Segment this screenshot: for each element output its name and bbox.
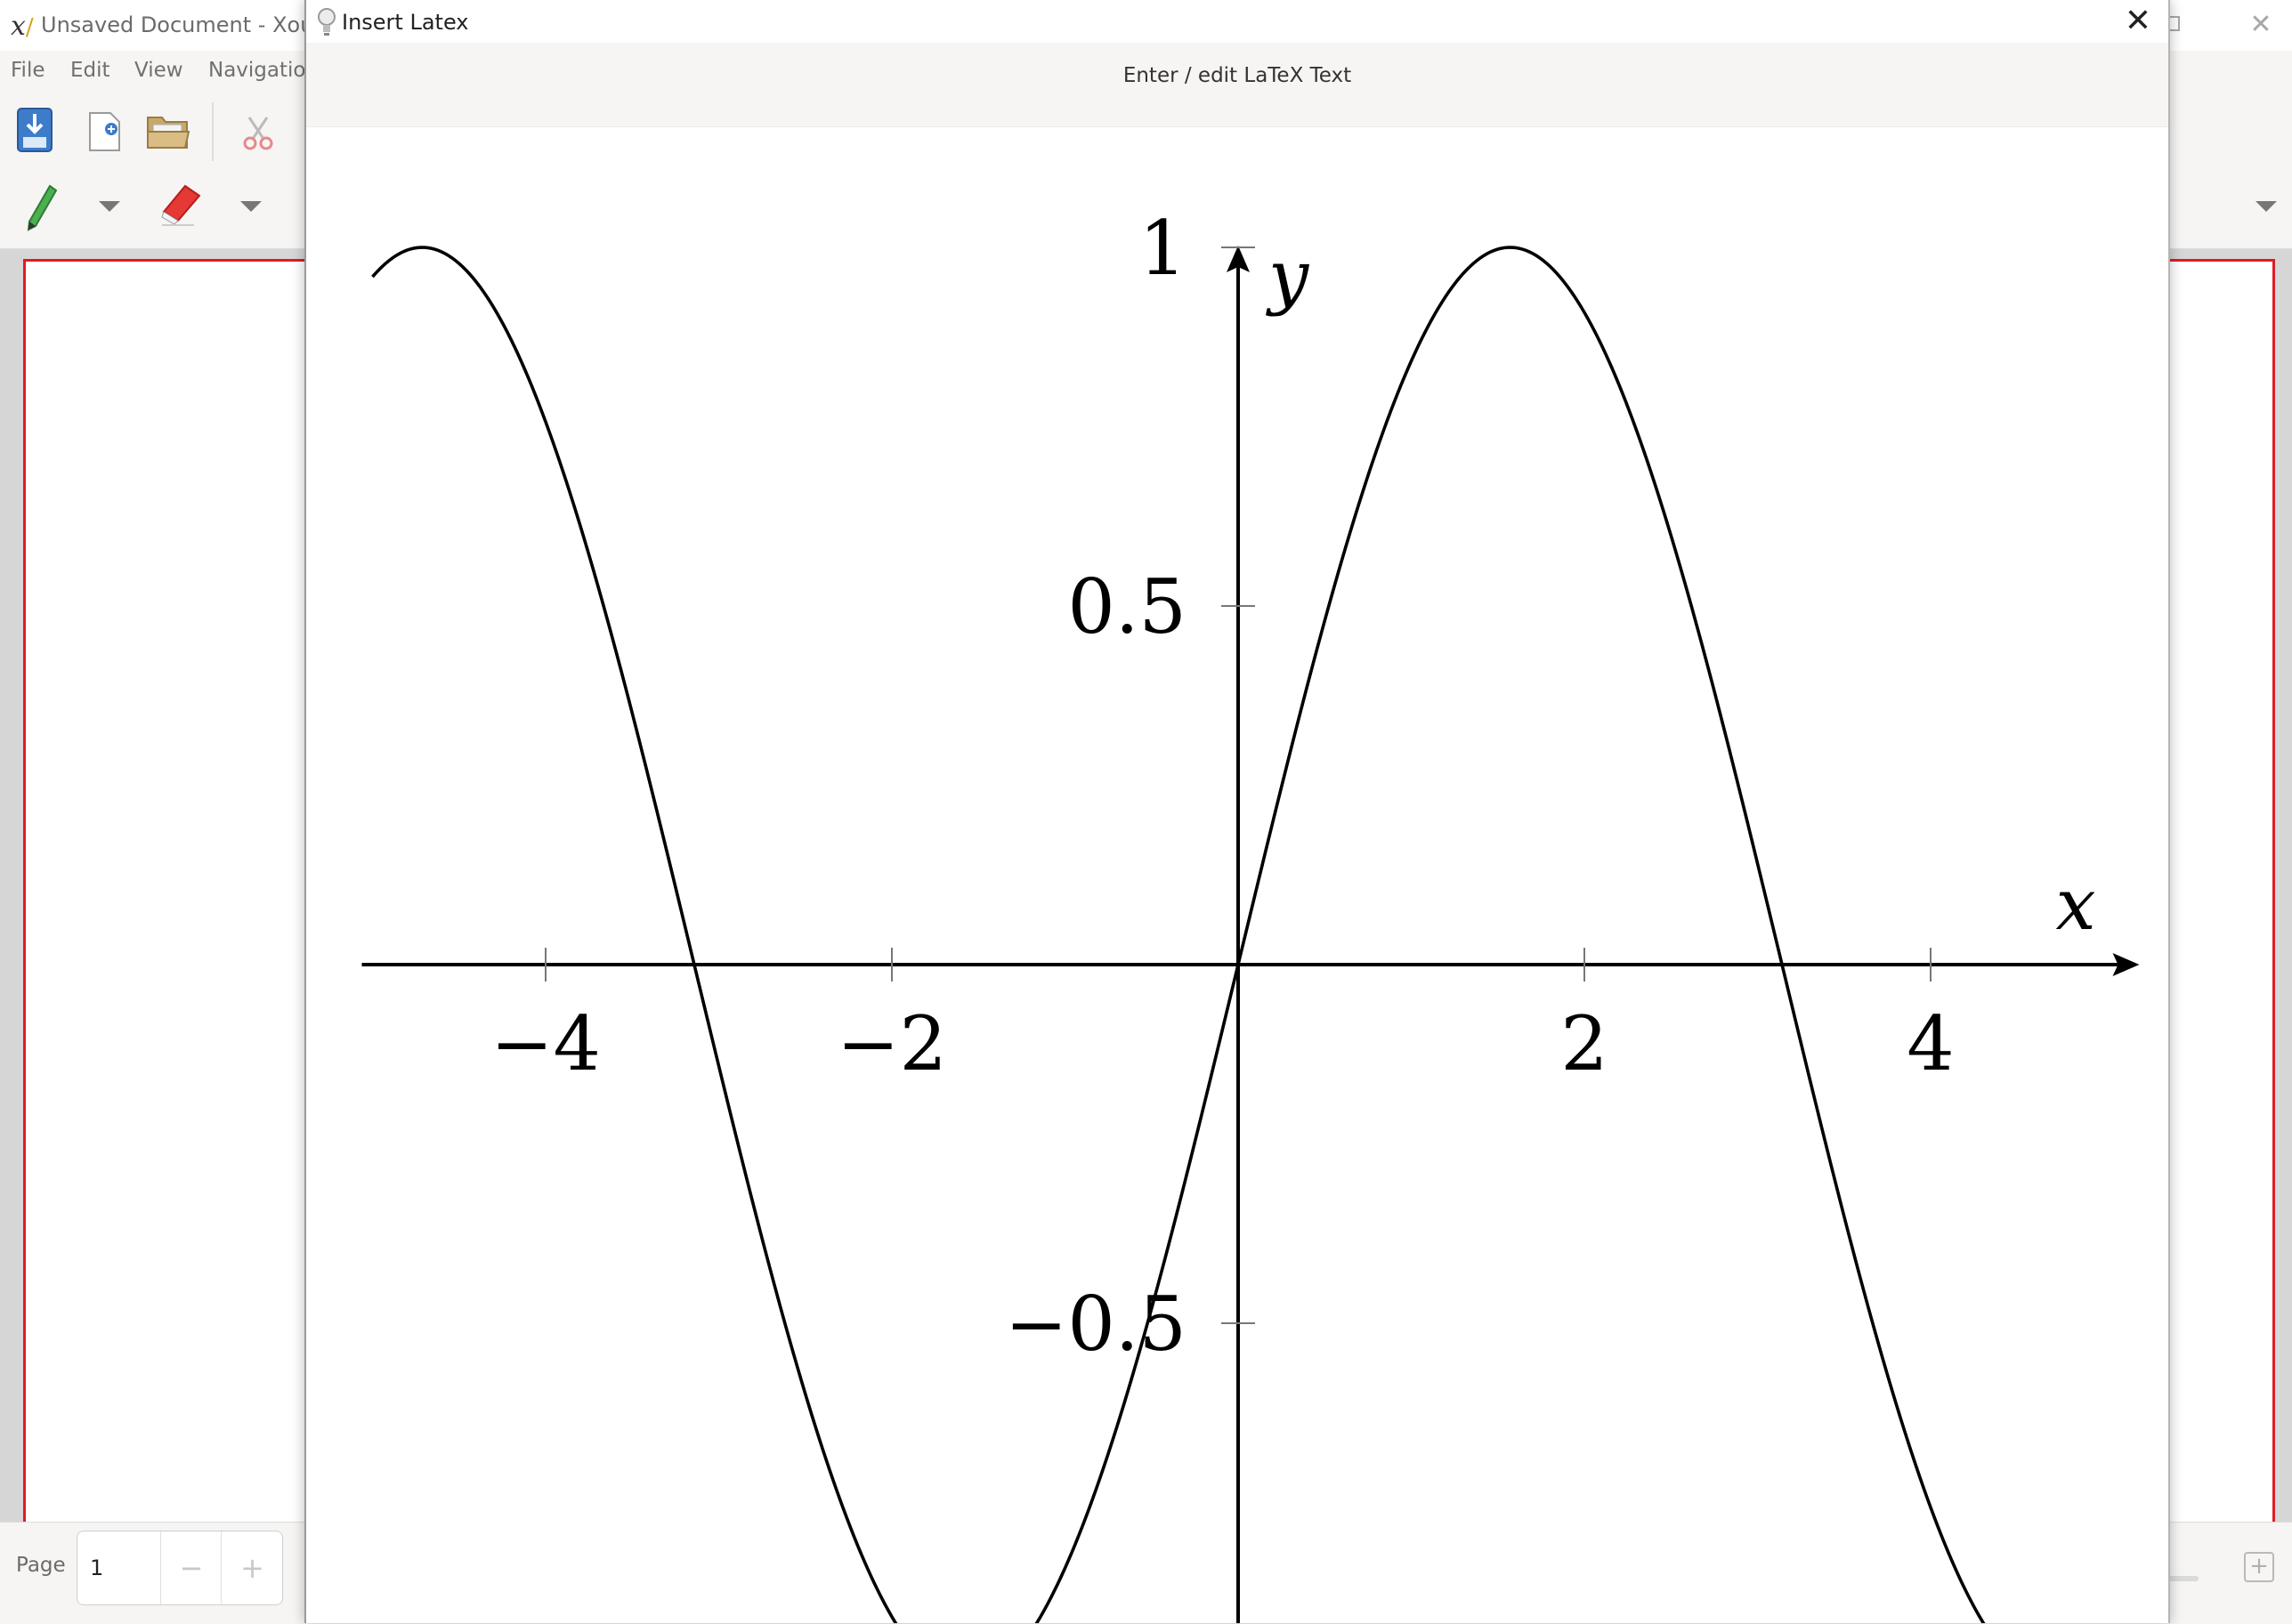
- zoom-fit-icon: +: [2249, 1553, 2269, 1580]
- pencil-icon[interactable]: [23, 183, 59, 233]
- x-tick-label: 2: [1560, 1000, 1608, 1087]
- open-folder-icon[interactable]: [146, 112, 190, 151]
- page-number-input[interactable]: [90, 1552, 152, 1584]
- dialog-title: Insert Latex: [342, 10, 469, 35]
- eraser-dropdown-arrow[interactable]: [240, 201, 262, 212]
- y-tick-label: 1: [1139, 205, 1186, 292]
- window-title: Unsaved Document - Xourn: [41, 12, 336, 37]
- x-axis-label: x: [2056, 863, 2096, 946]
- close-window-button[interactable]: ✕: [2243, 9, 2279, 41]
- y-axis-label: y: [1266, 235, 1310, 318]
- dialog-subtitle: Enter / edit LaTeX Text: [1122, 64, 1352, 87]
- menu-file[interactable]: File: [11, 59, 45, 82]
- x-tick-label: −2: [837, 1000, 947, 1087]
- eraser-icon[interactable]: [158, 183, 205, 228]
- menu-view[interactable]: View: [134, 59, 183, 82]
- y-tick-label: −0.5: [1005, 1281, 1186, 1368]
- page-decrement-button[interactable]: −: [160, 1531, 222, 1604]
- x-tick-label: −4: [490, 1000, 601, 1087]
- toolbar-overflow-arrow[interactable]: [2256, 201, 2277, 212]
- insert-latex-dialog: Insert Latex ✕ Enter / edit LaTeX Text −…: [304, 0, 2170, 1623]
- page-label: Page: [16, 1554, 66, 1577]
- latex-rendered-plot: −4 −2 2 4 1 0.5 −0.5 x y: [361, 205, 2140, 1623]
- xournal-app-icon: x/: [11, 11, 34, 42]
- menu-edit[interactable]: Edit: [70, 59, 110, 82]
- lightbulb-icon: [318, 8, 336, 36]
- y-tick-label: 0.5: [1067, 563, 1186, 650]
- menu-navigation[interactable]: Navigatio: [208, 59, 305, 82]
- latex-preview-area: −4 −2 2 4 1 0.5 −0.5 x y: [306, 127, 2168, 1623]
- toolbar-separator: [212, 102, 214, 161]
- new-document-icon[interactable]: [87, 110, 123, 153]
- pen-dropdown-arrow[interactable]: [99, 201, 120, 212]
- scissors-icon[interactable]: [242, 114, 274, 151]
- page-increment-button[interactable]: +: [221, 1531, 283, 1604]
- zoom-fit-button[interactable]: +: [2244, 1552, 2274, 1582]
- dialog-titlebar: Insert Latex ✕: [306, 0, 2168, 43]
- x-tick-label: 4: [1907, 1000, 1954, 1087]
- save-icon[interactable]: [16, 107, 53, 153]
- dialog-close-button[interactable]: ✕: [2118, 2, 2158, 41]
